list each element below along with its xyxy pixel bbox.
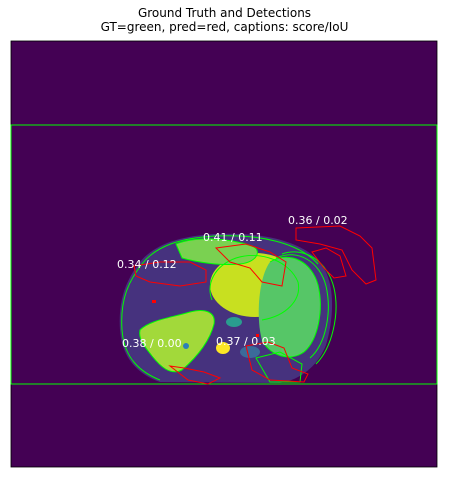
detection-caption: 0.37 / 0.03: [216, 335, 276, 348]
organ-teal-1: [226, 317, 242, 327]
detection-caption: 0.41 / 0.11: [203, 231, 263, 244]
detection-caption: 0.38 / 0.00: [122, 337, 182, 350]
detection-caption: 0.36 / 0.02: [288, 214, 348, 227]
organ-teal-3: [183, 343, 189, 349]
detection-plot: 0.41 / 0.11 0.36 / 0.02 0.34 / 0.12 0.38…: [10, 40, 438, 468]
pred-dot-1: [152, 300, 156, 303]
detection-caption: 0.34 / 0.12: [117, 258, 177, 271]
